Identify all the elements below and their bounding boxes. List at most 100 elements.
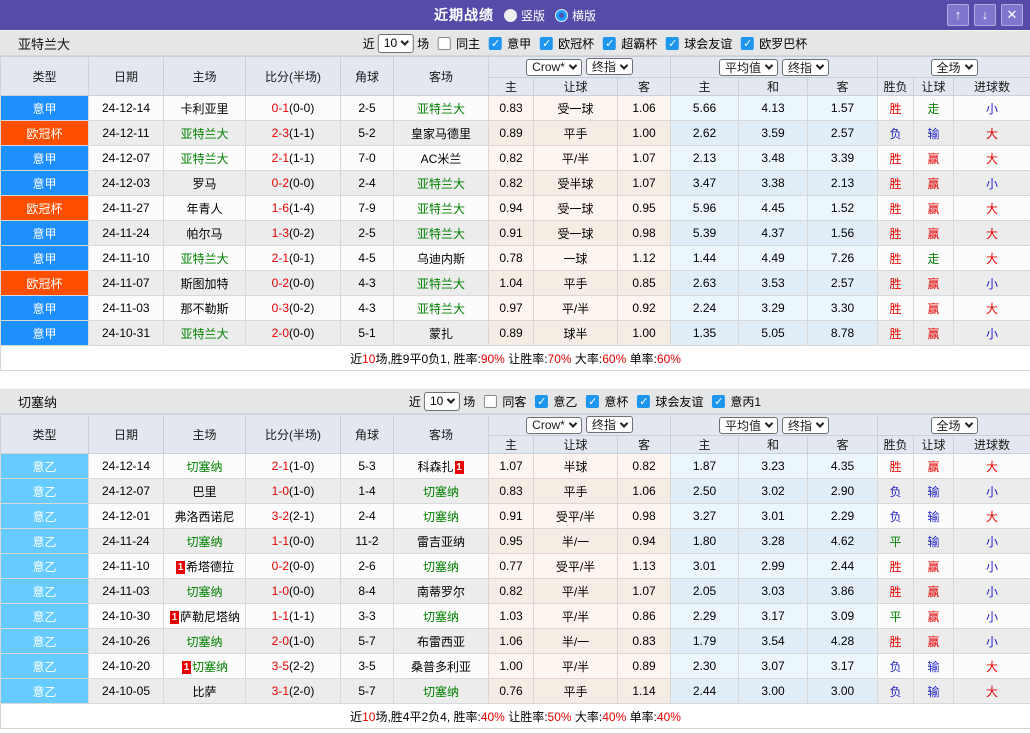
- scope-select[interactable]: 全场: [930, 416, 978, 434]
- score-cell: 3-1(2-0): [245, 678, 341, 704]
- radio-vertical-layout[interactable]: 竖版: [503, 7, 545, 24]
- home-team-name: 切塞纳: [186, 634, 223, 649]
- filter-checkbox-label: 意丙1: [730, 394, 762, 409]
- away-team-name: 亚特兰大: [416, 301, 465, 316]
- result-goals: 小: [953, 95, 1030, 121]
- result-handicap: 赢: [913, 453, 955, 479]
- move-down-button[interactable]: ↓: [974, 4, 996, 26]
- home-team-name: 切塞纳: [186, 459, 223, 474]
- move-up-button[interactable]: ↑: [947, 4, 969, 26]
- handicap-away-odds: 0.86: [616, 603, 672, 629]
- home-team: 切塞纳: [163, 578, 246, 604]
- corner-score: 3-3: [340, 603, 394, 629]
- summary-segment: 10: [362, 709, 376, 724]
- filter-checkbox[interactable]: ✓: [712, 394, 726, 408]
- fulltime-score: 0-2: [271, 276, 289, 290]
- match-count-select-value: 10: [429, 394, 444, 408]
- odds-time-select[interactable]: 终指: [585, 58, 633, 76]
- fulltime-score: 1-1: [271, 534, 289, 548]
- odds-source-select[interactable]: Crow*: [526, 58, 582, 76]
- filter-prefix-label: 近: [362, 36, 375, 51]
- filter-checkbox[interactable]: ✓: [603, 36, 617, 50]
- avg-source-select[interactable]: 平均值: [719, 58, 779, 76]
- filter-checkbox-label: 意杯: [604, 394, 629, 409]
- filter-checkbox[interactable]: ✓: [540, 36, 554, 50]
- summary-segment: 60%: [602, 351, 627, 366]
- summary-segment: 单率:: [626, 351, 657, 366]
- odds-time-select[interactable]: 终指: [585, 416, 633, 434]
- sections-root: 亚特兰大近 10 场同主 ✓ 意甲 ✓ 欧冠杯 ✓ 超霸杯 ✓ 球会友谊 ✓ 欧罗巴杯 类型 日期 主场 比分(…: [0, 30, 1030, 729]
- filter-checkbox[interactable]: ✓: [586, 394, 600, 408]
- corner-score: 7-0: [340, 145, 394, 171]
- away-team-name: 亚特兰大: [416, 176, 465, 191]
- filter-checkbox[interactable]: ✓: [489, 36, 503, 50]
- match-row: 意甲 24-10-31 亚特兰大 2-0(0-0) 5-1 蒙扎 0.89 球半 1.00 1.3…: [0, 320, 1030, 346]
- filter-checkbox[interactable]: ✓: [535, 394, 549, 408]
- away-team-name: 亚特兰大: [416, 201, 465, 216]
- home-team: 1 切塞纳: [163, 653, 246, 679]
- result-goals: 小: [953, 170, 1030, 196]
- handicap-line: 半/一: [533, 628, 618, 654]
- summary-segment: 70%: [547, 351, 572, 366]
- sub-column-header: 进球数: [953, 77, 1030, 96]
- result-outcome: 胜: [877, 628, 915, 654]
- result-outcome: 胜: [877, 270, 915, 296]
- handicap-away-odds: 0.89: [616, 653, 672, 679]
- match-date: 24-12-03: [88, 170, 164, 196]
- home-team-name: 罗马: [192, 176, 217, 191]
- filter-checkbox[interactable]: [438, 36, 452, 50]
- avg-draw-odds: 5.05: [738, 320, 809, 346]
- filter-bar: 近 10 场 同主 ✓ 意甲 ✓ 欧冠杯 ✓ 超霸杯 ✓ 球会友谊 ✓ 欧罗巴杯: [362, 33, 807, 53]
- radio-horizontal-layout[interactable]: 横版: [555, 7, 596, 24]
- handicap-away-odds: 1.07: [616, 145, 672, 171]
- chevron-down-icon: [815, 61, 825, 70]
- avg-away-odds: 3.00: [807, 678, 879, 704]
- match-row: 意甲 24-12-14 卡利亚里 0-1(0-0) 2-5 亚特兰大 0.83 受一球 1.06…: [0, 95, 1030, 121]
- halftime-score: (1-0): [289, 634, 315, 648]
- avg-source-select[interactable]: 平均值: [719, 416, 779, 434]
- match-row: 意甲 24-11-24 帕尔马 1-3(0-2) 2-5 亚特兰大 0.91 受一球 0.98 5…: [0, 220, 1030, 246]
- scope-group: 全场: [877, 56, 1030, 78]
- away-team: 切塞纳: [393, 503, 489, 529]
- scope-select[interactable]: 全场: [930, 58, 978, 76]
- filter-checkbox[interactable]: ✓: [637, 394, 651, 408]
- corner-score: 2-5: [340, 220, 394, 246]
- handicap-line: 平手: [533, 478, 618, 504]
- avg-home-odds: 1.87: [670, 453, 740, 479]
- summary-segment: 大率:: [571, 351, 603, 366]
- avg-draw-odds: 3.23: [738, 453, 809, 479]
- away-team-name: 雷吉亚纳: [416, 534, 465, 549]
- handicap-home-odds: 0.89: [488, 320, 534, 346]
- league-badge: 意甲: [0, 220, 89, 246]
- odds-source-select-value: Crow*: [532, 418, 565, 433]
- result-outcome: 胜: [877, 95, 915, 121]
- match-row: 意甲 24-12-07 亚特兰大 2-1(1-1) 7-0 AC米兰 0.82 平/半 1.07…: [0, 145, 1030, 171]
- match-row: 欧冠杯 24-11-07 斯图加特 0-2(0-0) 4-3 亚特兰大 1.04 平手 0.85…: [0, 270, 1030, 296]
- avg-away-odds: 4.28: [807, 628, 879, 654]
- home-team-name: 弗洛西诺尼: [174, 509, 235, 524]
- close-button[interactable]: ✕: [1001, 4, 1023, 26]
- chevron-down-icon: [568, 61, 578, 71]
- filter-checkbox[interactable]: ✓: [741, 36, 755, 50]
- avg-time-select[interactable]: 终指: [782, 58, 830, 76]
- corner-score: 4-5: [340, 245, 394, 271]
- handicap-line: 球半: [533, 320, 618, 346]
- match-count-select[interactable]: 10: [423, 391, 461, 411]
- avg-time-select[interactable]: 终指: [782, 416, 830, 434]
- odds-source-select[interactable]: Crow*: [526, 416, 582, 434]
- result-handicap: 输: [913, 653, 955, 679]
- filter-checkbox[interactable]: ✓: [666, 36, 680, 50]
- corner-score: 8-4: [340, 578, 394, 604]
- home-team: 1 萨勒尼塔纳: [163, 603, 246, 629]
- league-badge: 意甲: [0, 245, 89, 271]
- handicap-away-odds: 0.94: [616, 528, 672, 554]
- result-handicap: 赢: [913, 220, 955, 246]
- filter-checkbox[interactable]: [484, 394, 498, 408]
- handicap-away-odds: 0.83: [616, 628, 672, 654]
- red-card-badge: 1: [175, 560, 185, 574]
- score-cell: 1-0(1-0): [245, 478, 341, 504]
- halftime-score: (1-1): [289, 609, 315, 623]
- match-count-select[interactable]: 10: [377, 33, 415, 53]
- handicap-home-odds: 0.82: [488, 145, 534, 171]
- radio-selected-icon: [503, 8, 517, 22]
